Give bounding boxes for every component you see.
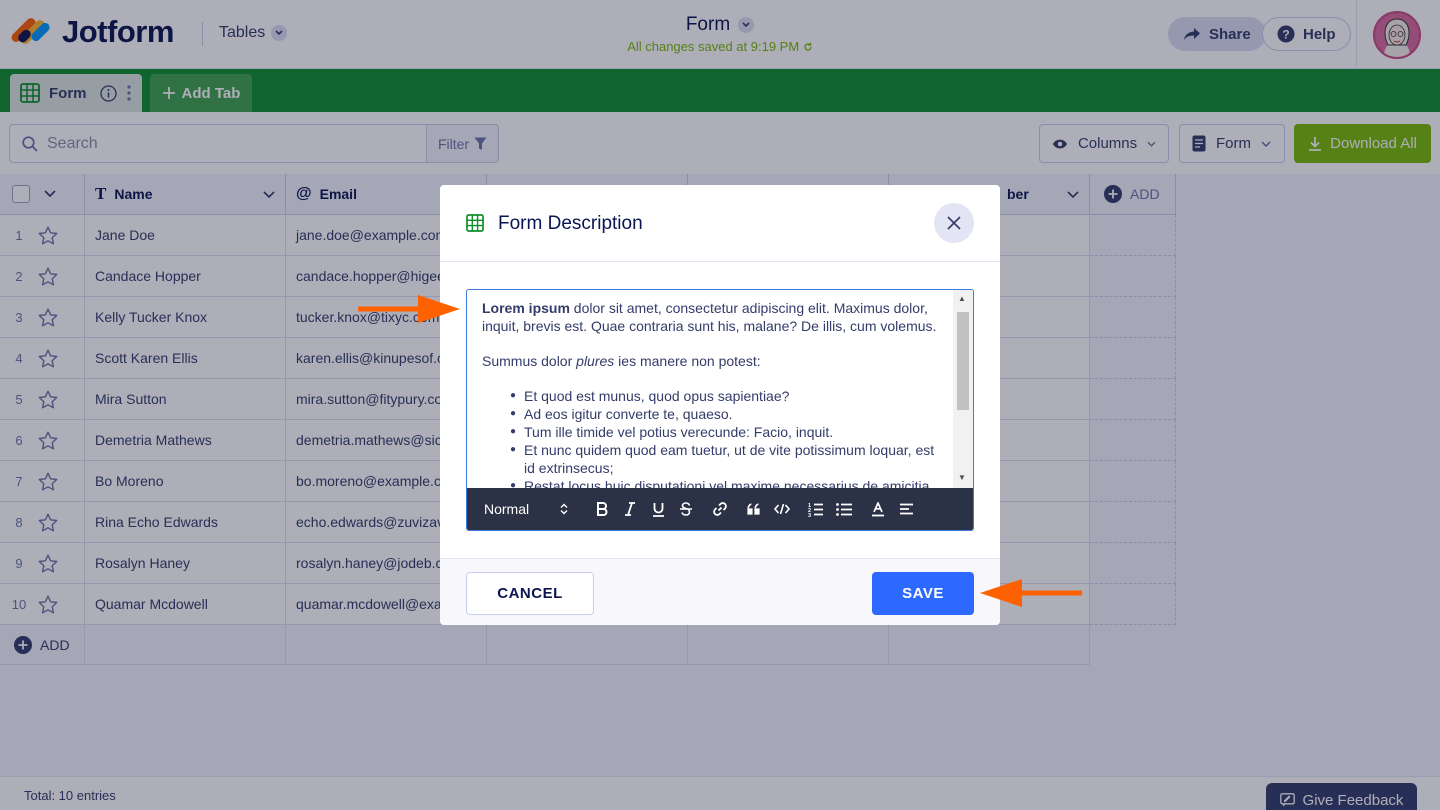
list-item: Ad eos igitur converte te, quaeso. — [510, 405, 943, 423]
table-grid-icon — [466, 214, 484, 232]
strikethrough-icon[interactable] — [672, 495, 700, 523]
link-icon[interactable] — [706, 495, 734, 523]
text-color-icon[interactable] — [864, 495, 892, 523]
italic-text: plures — [576, 353, 615, 369]
annotation-arrow-left-icon — [980, 579, 1082, 607]
bullet-list: Et quod est munus, quod opus sapientiae?… — [482, 387, 943, 488]
cancel-button[interactable]: CANCEL — [466, 572, 594, 615]
editor-content[interactable]: Lorem ipsum dolor sit amet, consectetur … — [467, 290, 953, 488]
italic-icon[interactable] — [616, 495, 644, 523]
svg-text:3: 3 — [808, 513, 811, 517]
editor-scrollbar[interactable]: ▲ ▼ — [953, 290, 973, 488]
scroll-down-icon[interactable]: ▼ — [958, 473, 966, 482]
scroll-thumb[interactable] — [957, 312, 969, 410]
list-item: Et nunc quidem quod eam tuetur, ut de vi… — [510, 441, 943, 477]
format-select-value: Normal — [484, 501, 530, 517]
close-icon — [947, 216, 961, 230]
underline-icon[interactable] — [644, 495, 672, 523]
align-left-icon[interactable] — [892, 495, 920, 523]
paragraph-text: ies manere non potest: — [614, 353, 761, 369]
editor-paragraph: Summus dolor plures ies manere non potes… — [482, 352, 943, 370]
paragraph-text: Summus dolor — [482, 353, 577, 369]
bullet-list-icon[interactable] — [830, 495, 858, 523]
bold-icon[interactable] — [588, 495, 616, 523]
list-item: Et quod est munus, quod opus sapientiae? — [510, 387, 943, 405]
dialog-footer: CANCEL SAVE — [440, 558, 1000, 625]
scroll-up-icon[interactable]: ▲ — [958, 294, 966, 303]
ordered-list-icon[interactable]: 123 — [802, 495, 830, 523]
list-item: Tum ille timide vel potius verecunde: Fa… — [510, 423, 943, 441]
form-description-dialog: Form Description Lorem ipsum dolor sit a… — [440, 185, 1000, 625]
list-item: Restat locus huic disputationi vel maxim… — [510, 477, 943, 488]
dialog-header: Form Description — [440, 185, 1000, 262]
dialog-title: Form Description — [498, 213, 643, 234]
format-select[interactable]: Normal — [484, 501, 568, 517]
updown-icon — [560, 503, 568, 515]
save-button[interactable]: SAVE — [872, 572, 974, 615]
editor-paragraph: Lorem ipsum dolor sit amet, consectetur … — [482, 299, 943, 335]
annotation-arrow-right-icon — [358, 295, 460, 323]
description-editor[interactable]: Lorem ipsum dolor sit amet, consectetur … — [466, 289, 974, 531]
code-icon[interactable] — [768, 495, 796, 523]
bold-text: Lorem ipsum — [482, 300, 570, 316]
quote-icon[interactable] — [740, 495, 768, 523]
rich-text-toolbar: Normal 1 2 3 — [467, 488, 973, 530]
close-button[interactable] — [934, 203, 974, 243]
